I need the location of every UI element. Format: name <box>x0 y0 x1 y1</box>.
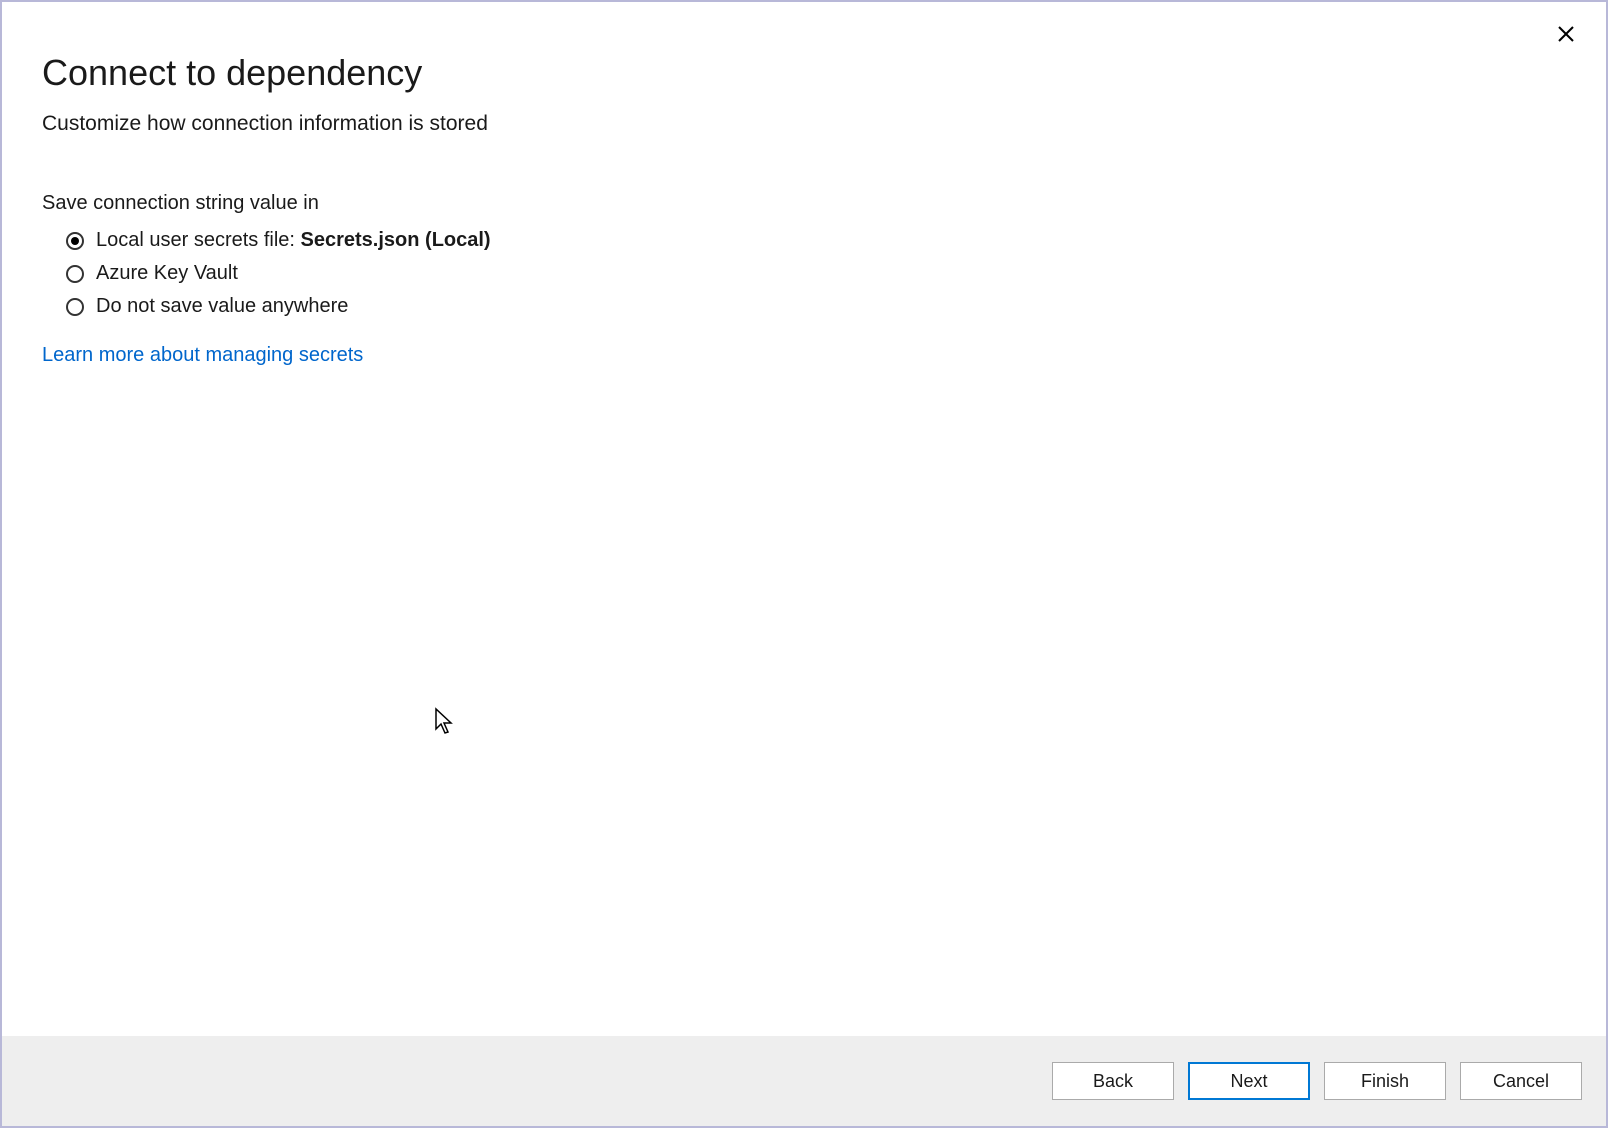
cancel-button[interactable]: Cancel <box>1460 1062 1582 1100</box>
dialog-content: Connect to dependency Customize how conn… <box>2 2 1606 1036</box>
radio-icon <box>66 232 84 250</box>
radio-label: Azure Key Vault <box>96 262 238 285</box>
radio-group: Local user secrets file: Secrets.json (L… <box>66 229 1566 318</box>
next-button[interactable]: Next <box>1188 1062 1310 1100</box>
radio-label: Do not save value anywhere <box>96 295 348 318</box>
finish-button[interactable]: Finish <box>1324 1062 1446 1100</box>
radio-option-azure-keyvault[interactable]: Azure Key Vault <box>66 262 1566 285</box>
radio-option-do-not-save[interactable]: Do not save value anywhere <box>66 295 1566 318</box>
learn-more-link[interactable]: Learn more about managing secrets <box>42 344 363 367</box>
radio-label: Local user secrets file: <box>96 229 301 252</box>
back-button[interactable]: Back <box>1052 1062 1174 1100</box>
section-label: Save connection string value in <box>42 192 1566 215</box>
page-subtitle: Customize how connection information is … <box>42 112 1566 136</box>
radio-option-local-secrets[interactable]: Local user secrets file: Secrets.json (L… <box>66 229 1566 252</box>
dialog-window: Connect to dependency Customize how conn… <box>0 0 1608 1128</box>
page-title: Connect to dependency <box>42 52 1566 94</box>
radio-icon <box>66 265 84 283</box>
close-button[interactable] <box>1550 20 1582 52</box>
close-icon <box>1558 25 1574 48</box>
radio-label-bold: Secrets.json (Local) <box>301 229 491 252</box>
radio-icon <box>66 298 84 316</box>
dialog-footer: Back Next Finish Cancel <box>2 1036 1606 1126</box>
